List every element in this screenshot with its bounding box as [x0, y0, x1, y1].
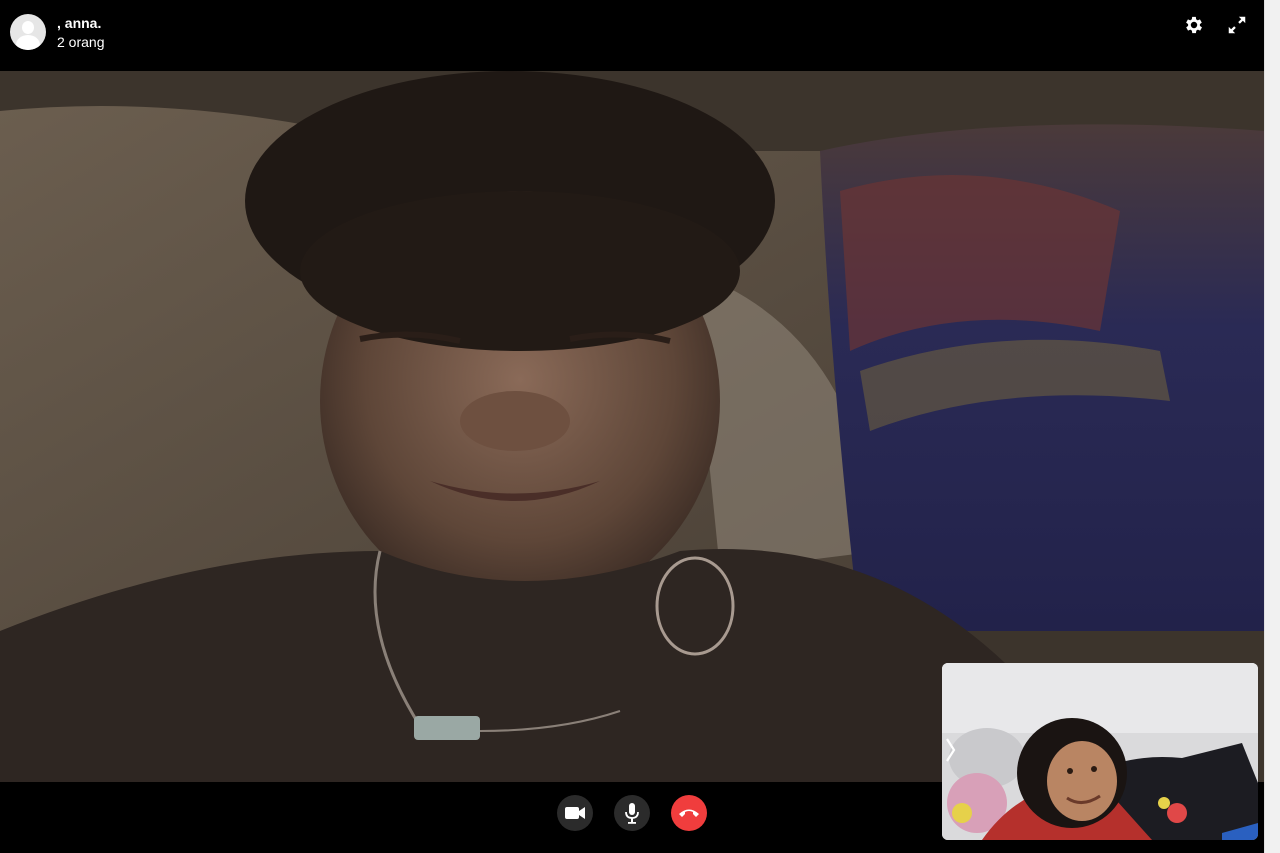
phone-hangup-icon[interactable]	[671, 795, 707, 831]
self-video-preview[interactable]	[942, 663, 1258, 840]
page-scrollbar[interactable]	[1264, 0, 1280, 853]
participant-count: 2 orang	[57, 34, 105, 50]
caller-avatar	[10, 14, 46, 50]
gear-icon[interactable]	[1183, 14, 1205, 36]
microphone-icon[interactable]	[614, 795, 650, 831]
video-camera-icon[interactable]	[557, 795, 593, 831]
chevron-right-icon[interactable]	[945, 737, 957, 763]
expand-icon[interactable]	[1226, 14, 1248, 36]
caller-name: , anna.	[57, 15, 102, 31]
call-header: , anna. 2 orang	[0, 0, 1265, 71]
user-avatar-icon	[22, 21, 34, 34]
